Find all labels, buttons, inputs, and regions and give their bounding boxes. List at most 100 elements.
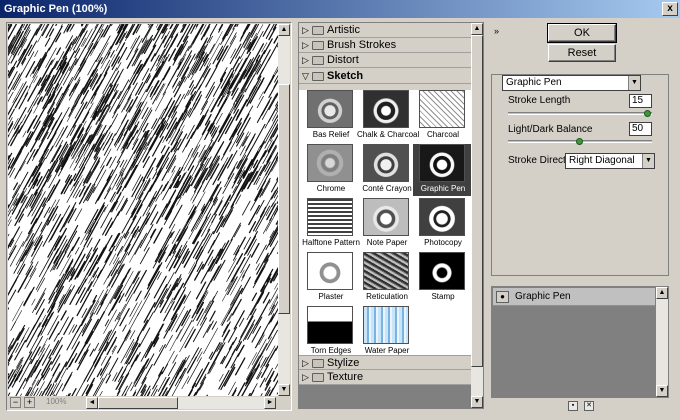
pen-stroke xyxy=(58,316,69,336)
pen-stroke xyxy=(107,257,120,279)
pen-strokes xyxy=(8,24,278,396)
scroll-down-icon[interactable]: ▼ xyxy=(278,384,290,396)
category-stylize[interactable]: ▷ Stylize xyxy=(299,355,471,370)
pen-stroke xyxy=(121,106,131,124)
pen-stroke xyxy=(8,363,10,367)
pen-stroke xyxy=(202,323,211,338)
expand-arrow-icon[interactable]: ▷ xyxy=(302,54,310,67)
filter-thumb-conte-crayon[interactable]: Conté Crayon xyxy=(357,144,417,196)
pen-stroke xyxy=(110,115,118,128)
slider-knob[interactable] xyxy=(644,110,651,117)
filter-thumb-chalk-charcoal[interactable]: Chalk & Charcoal xyxy=(357,90,419,142)
pen-stroke xyxy=(111,133,116,141)
pen-stroke xyxy=(82,312,94,333)
filter-thumb-water-paper[interactable]: Water Paper xyxy=(357,306,417,358)
effect-layer-row[interactable]: ● Graphic Pen xyxy=(493,288,655,306)
scroll-up-icon[interactable]: ▲ xyxy=(471,23,483,35)
balance-input[interactable]: 50 xyxy=(629,122,652,136)
filter-thumb-plaster[interactable]: Plaster xyxy=(301,252,361,304)
scroll-up-icon[interactable]: ▲ xyxy=(656,287,668,299)
scroll-thumb[interactable] xyxy=(278,84,290,314)
filter-thumb-halftone-pattern[interactable]: Halftone Pattern xyxy=(301,198,361,250)
preview-image[interactable] xyxy=(8,24,278,396)
pen-stroke xyxy=(112,104,120,119)
close-icon[interactable]: x xyxy=(662,2,678,16)
effect-layers-panel: ● Graphic Pen ▲ ▼ xyxy=(491,286,669,398)
ok-button[interactable]: OK xyxy=(547,23,617,43)
balance-slider[interactable] xyxy=(508,138,652,145)
expand-arrow-icon[interactable]: ▷ xyxy=(302,24,310,37)
category-distort[interactable]: ▷ Distort xyxy=(299,53,471,68)
chevron-down-icon[interactable]: ▼ xyxy=(642,154,654,168)
scroll-up-icon[interactable]: ▲ xyxy=(278,24,290,36)
pen-stroke xyxy=(151,118,158,129)
stroke-length-input[interactable]: 15 xyxy=(629,94,652,108)
layers-scrollbar[interactable]: ▲ ▼ xyxy=(656,287,668,397)
slider-knob[interactable] xyxy=(576,138,583,145)
category-brush-strokes[interactable]: ▷ Brush Strokes xyxy=(299,38,471,53)
pen-stroke xyxy=(93,288,109,315)
pen-stroke xyxy=(127,64,142,90)
pen-stroke xyxy=(100,362,110,380)
filter-thumb-chrome[interactable]: Chrome xyxy=(301,144,361,196)
zoom-in-button[interactable]: + xyxy=(24,397,35,408)
expand-arrow-icon[interactable]: ▷ xyxy=(302,39,310,52)
pen-stroke xyxy=(172,78,178,88)
filter-thumb-torn-edges[interactable]: Torn Edges xyxy=(301,306,361,358)
thumbnail-image xyxy=(363,198,409,236)
reset-button[interactable]: Reset xyxy=(548,44,616,62)
category-sketch[interactable]: ▽ Sketch xyxy=(299,69,471,84)
preview-horizontal-scrollbar[interactable]: ◄ ► xyxy=(86,397,276,409)
pen-stroke xyxy=(117,197,128,217)
pen-stroke xyxy=(122,324,127,332)
filter-thumb-note-paper[interactable]: Note Paper xyxy=(357,198,417,250)
thumbnail-image xyxy=(307,252,353,290)
pen-stroke xyxy=(254,333,264,349)
category-artistic[interactable]: ▷ Artistic xyxy=(299,23,471,38)
scroll-thumb[interactable] xyxy=(471,35,483,367)
scroll-down-icon[interactable]: ▼ xyxy=(471,396,483,408)
category-texture[interactable]: ▷ Texture xyxy=(299,370,471,385)
sketch-filter-thumbnails: Bas Relief Chalk & Charcoal Charcoal Chr… xyxy=(299,90,473,358)
chevron-down-icon[interactable]: ▼ xyxy=(628,76,640,90)
scroll-thumb[interactable] xyxy=(98,397,178,409)
scroll-left-icon[interactable]: ◄ xyxy=(86,397,98,409)
delete-effect-layer-icon[interactable]: ✕ xyxy=(584,401,594,411)
stroke-length-slider[interactable] xyxy=(508,110,652,117)
direction-select[interactable]: Right Diagonal ▼ xyxy=(565,153,655,169)
pen-stroke xyxy=(111,24,113,27)
pen-stroke xyxy=(229,43,242,65)
scroll-right-icon[interactable]: ► xyxy=(264,397,276,409)
new-effect-layer-icon[interactable]: ▪ xyxy=(568,401,578,411)
pen-stroke xyxy=(10,145,24,169)
filter-thumb-stamp[interactable]: Stamp xyxy=(413,252,473,304)
filter-thumb-reticulation[interactable]: Reticulation xyxy=(357,252,417,304)
pen-stroke xyxy=(22,365,37,390)
thumbnail-image xyxy=(307,198,353,236)
pen-stroke xyxy=(44,37,51,47)
filter-thumb-bas-relief[interactable]: Bas Relief xyxy=(301,90,361,142)
pen-stroke xyxy=(209,310,216,322)
collapse-gallery-icon[interactable]: » xyxy=(494,26,499,36)
filter-thumb-photocopy[interactable]: Photocopy xyxy=(413,198,473,250)
pen-stroke xyxy=(73,166,86,187)
filter-thumb-charcoal[interactable]: Charcoal xyxy=(413,90,473,142)
pen-stroke xyxy=(171,374,185,396)
zoom-level[interactable]: 100% xyxy=(46,397,82,408)
collapse-arrow-icon[interactable]: ▽ xyxy=(302,70,310,83)
pen-stroke xyxy=(87,186,96,202)
thumbnail-image xyxy=(419,252,465,290)
scroll-down-icon[interactable]: ▼ xyxy=(656,385,668,397)
pen-stroke xyxy=(16,356,24,370)
gallery-scrollbar[interactable]: ▲ ▼ xyxy=(471,23,483,408)
eye-icon[interactable]: ● xyxy=(496,291,509,303)
pen-stroke xyxy=(221,346,233,365)
zoom-out-button[interactable]: − xyxy=(10,397,21,408)
filter-thumb-graphic-pen[interactable]: Graphic Pen xyxy=(413,144,473,196)
pen-stroke xyxy=(172,80,181,93)
pen-stroke xyxy=(136,319,149,340)
filter-select[interactable]: Graphic Pen ▼ xyxy=(502,75,641,91)
preview-vertical-scrollbar[interactable]: ▲ ▼ xyxy=(278,24,290,396)
expand-arrow-icon[interactable]: ▷ xyxy=(302,371,310,384)
expand-arrow-icon[interactable]: ▷ xyxy=(302,357,310,370)
